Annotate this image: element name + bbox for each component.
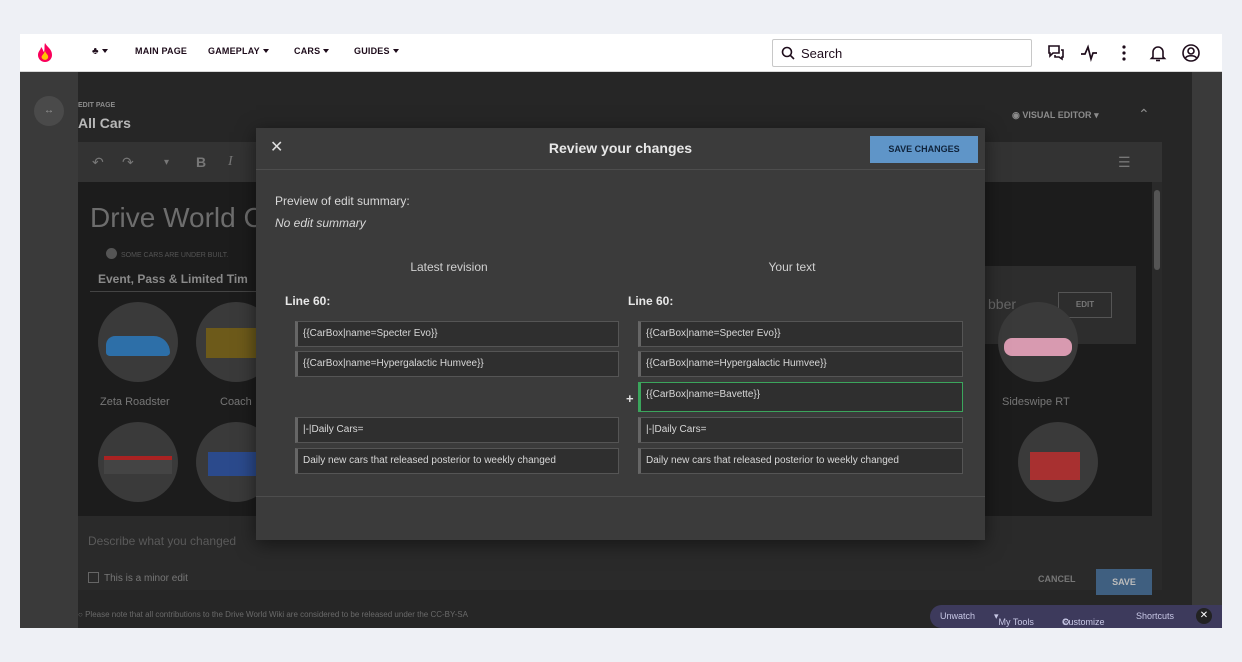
- chevron-down-icon: [323, 49, 330, 53]
- diff-line-left: |-|Daily Cars=: [295, 417, 619, 443]
- my-tools-label: My Tools: [998, 617, 1034, 627]
- page-options-icon[interactable]: ☰: [1118, 154, 1131, 171]
- search-input[interactable]: Search: [772, 39, 1032, 67]
- more-icon[interactable]: [1114, 43, 1134, 63]
- wiki-menu-icon: ♣: [92, 46, 99, 57]
- edit-summary-preview-value: No edit summary: [275, 216, 366, 230]
- discussions-icon[interactable]: [1046, 43, 1066, 63]
- save-button[interactable]: SAVE: [1096, 569, 1152, 595]
- activity-icon[interactable]: [1079, 43, 1099, 63]
- dialog-header: ✕ Review your changes SAVE CHANGES: [256, 128, 985, 170]
- fandom-flame-icon[interactable]: [36, 42, 54, 64]
- diff-line-added: {{CarBox|name=Bavette}}: [638, 382, 963, 412]
- chevron-down-icon: [262, 49, 269, 53]
- page-heading: Drive World C: [90, 202, 264, 233]
- tools-bar: Unwatch ▾ My Tools ⚙ Customize Shortcuts…: [930, 605, 1222, 628]
- cc-icon: ○: [78, 610, 83, 619]
- visual-editor-label: VISUAL EDITOR: [1022, 110, 1092, 120]
- nav-gameplay[interactable]: GAMEPLAY: [208, 46, 269, 56]
- minor-edit-checkbox[interactable]: This is a minor edit: [88, 572, 188, 584]
- checkbox-box[interactable]: [88, 572, 99, 583]
- diff-line-right: Daily new cars that released posterior t…: [638, 448, 963, 474]
- tab-event-pass[interactable]: Event, Pass & Limited Tim: [98, 272, 248, 286]
- license-text: Please note that all contributions to th…: [85, 610, 468, 619]
- page-title: All Cars: [78, 115, 131, 131]
- edit-page-label: EDIT PAGE: [78, 102, 116, 109]
- content-scrollbar[interactable]: [1152, 182, 1162, 516]
- bold-icon[interactable]: B: [196, 154, 206, 170]
- right-line-number: Line 60:: [628, 294, 674, 308]
- car-image[interactable]: [998, 302, 1078, 382]
- close-icon[interactable]: ✕: [1196, 608, 1212, 624]
- car-image[interactable]: [1018, 422, 1098, 502]
- cancel-button[interactable]: CANCEL: [1038, 574, 1076, 584]
- notice-text: SOME CARS ARE UNDER BUILT.: [121, 252, 229, 259]
- chevron-up-icon[interactable]: ⌃: [1138, 106, 1150, 123]
- top-navigation: ♣ MAIN PAGE GAMEPLAY CARS GUIDES Search: [20, 34, 1222, 72]
- paragraph-dropdown[interactable]: ▾: [164, 157, 169, 168]
- scrollbar-thumb[interactable]: [1154, 190, 1160, 270]
- unwatch-button[interactable]: Unwatch: [940, 611, 975, 621]
- nav-guides-label: GUIDES: [354, 46, 390, 56]
- notifications-icon[interactable]: [1148, 43, 1168, 63]
- car-label[interactable]: Coach: [220, 396, 252, 408]
- nav-gameplay-label: GAMEPLAY: [208, 46, 260, 56]
- left-margin: [20, 72, 78, 628]
- car-label[interactable]: Sideswipe RT: [1002, 396, 1070, 408]
- browser-frame: ♣ MAIN PAGE GAMEPLAY CARS GUIDES Search: [20, 34, 1222, 628]
- diff-line-right: |-|Daily Cars=: [638, 417, 963, 443]
- license-note: ○ Please note that all contributions to …: [78, 610, 468, 619]
- nav-cars-label: CARS: [294, 46, 321, 56]
- left-line-number: Line 60:: [285, 294, 331, 308]
- your-text-header: Your text: [768, 260, 816, 274]
- search-icon: [781, 46, 795, 60]
- nav-main-page-label: MAIN PAGE: [135, 46, 188, 56]
- diff-line-right: {{CarBox|name=Specter Evo}}: [638, 321, 963, 347]
- diff-line-right: {{CarBox|name=Hypergalactic Humvee}}: [638, 351, 963, 377]
- right-margin: [1192, 72, 1222, 628]
- diff-line-left: {{CarBox|name=Specter Evo}}: [295, 321, 619, 347]
- car-label[interactable]: Zeta Roadster: [100, 396, 170, 408]
- diff-line-left: Daily new cars that released posterior t…: [295, 448, 619, 474]
- customize-label: Customize: [1062, 617, 1105, 627]
- nav-guides[interactable]: GUIDES: [354, 46, 399, 56]
- account-icon[interactable]: [1181, 43, 1201, 63]
- redo-icon[interactable]: ↷: [122, 154, 134, 171]
- notice: SOME CARS ARE UNDER BUILT.: [106, 248, 228, 259]
- eye-icon: ◉: [1012, 110, 1020, 120]
- car-image[interactable]: [98, 302, 178, 382]
- chevron-down-icon: [101, 49, 108, 53]
- chevron-down-icon: [392, 49, 399, 53]
- nav-cars[interactable]: CARS: [294, 46, 330, 56]
- review-changes-dialog: ✕ Review your changes SAVE CHANGES Previ…: [256, 128, 985, 540]
- nav-main-page[interactable]: MAIN PAGE: [135, 46, 187, 56]
- added-line-marker: +: [626, 391, 634, 406]
- search-label: Search: [801, 45, 843, 61]
- undo-icon[interactable]: ↶: [92, 154, 104, 171]
- infobox-text: bber: [988, 296, 1017, 312]
- car-image[interactable]: [98, 422, 178, 502]
- save-changes-button[interactable]: SAVE CHANGES: [870, 136, 978, 163]
- wiki-menu-dropdown[interactable]: ♣: [92, 46, 108, 57]
- edit-summary-preview-label: Preview of edit summary:: [275, 194, 410, 208]
- minor-edit-label: This is a minor edit: [104, 573, 188, 584]
- diff-line-left: {{CarBox|name=Hypergalactic Humvee}}: [295, 351, 619, 377]
- dialog-footer-divider: [256, 496, 985, 497]
- latest-revision-header: Latest revision: [410, 260, 488, 274]
- info-icon: [106, 248, 117, 259]
- my-tools-button[interactable]: ▾ My Tools: [994, 611, 1034, 627]
- italic-icon[interactable]: I: [228, 154, 233, 170]
- collapse-icon[interactable]: ↔: [34, 96, 64, 126]
- shortcuts-button[interactable]: Shortcuts: [1136, 611, 1174, 621]
- visual-editor-dropdown[interactable]: ◉ VISUAL EDITOR ▾: [1012, 110, 1099, 121]
